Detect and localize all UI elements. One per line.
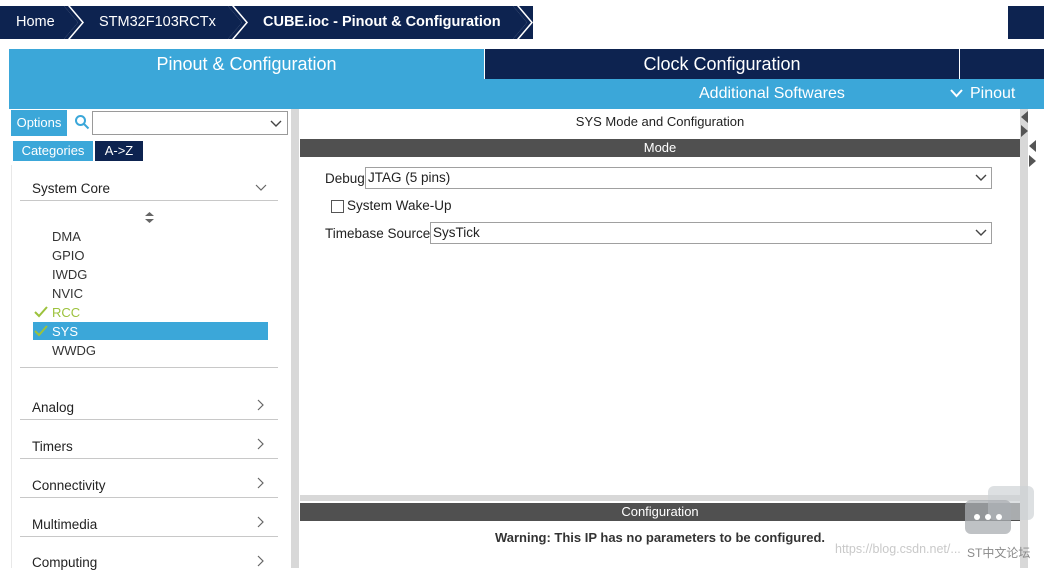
pinout-menu[interactable]: Pinout [970, 79, 1015, 109]
chevron-down-icon[interactable] [975, 174, 987, 182]
watermark-url: https://blog.csdn.net/... [835, 542, 961, 556]
breadcrumb-end [1008, 6, 1044, 39]
additional-softwares-link[interactable]: Additional Softwares [699, 79, 845, 109]
chevron-right-icon[interactable] [257, 399, 265, 411]
breadcrumb-current[interactable]: CUBE.ioc - Pinout & Configuration [263, 6, 501, 39]
category-system-core[interactable]: System Core [32, 181, 110, 196]
timebase-select-value: SysTick [433, 225, 480, 240]
breadcrumb-chevron-icon [513, 6, 533, 39]
options-button[interactable]: Options [11, 110, 67, 136]
page-title: SYS Mode and Configuration [575, 114, 745, 129]
list-item-sys[interactable]: SYS [52, 324, 78, 339]
check-icon [34, 325, 48, 337]
chevron-down-icon[interactable] [270, 120, 282, 128]
panel-divider[interactable] [300, 495, 1020, 501]
categories-tab[interactable]: Categories [13, 141, 93, 161]
tab-extra[interactable] [960, 49, 1044, 79]
list-item-rcc[interactable]: RCC [52, 305, 80, 320]
sort-icon[interactable] [145, 212, 154, 223]
search-icon[interactable] [74, 114, 90, 130]
chevron-down-icon [950, 89, 963, 98]
sub-toolbar: Additional Softwares Pinout [9, 79, 1044, 109]
debug-label: Debug [325, 171, 365, 186]
breadcrumb-chevron-icon [228, 6, 248, 39]
main-tabs: Pinout & Configuration Clock Configurati… [9, 49, 1044, 79]
expand-right-icon[interactable] [1029, 155, 1037, 167]
chevron-right-icon[interactable] [257, 555, 265, 567]
system-wakeup-label: System Wake-Up [347, 198, 452, 213]
category-analog[interactable]: Analog [32, 400, 74, 415]
list-item-wwdg[interactable]: WWDG [52, 343, 96, 358]
category-timers[interactable]: Timers [32, 439, 73, 454]
category-multimedia[interactable]: Multimedia [32, 517, 97, 532]
list-item-dma[interactable]: DMA [52, 229, 81, 244]
breadcrumb-chevron-icon [64, 6, 84, 39]
expand-right-icon[interactable] [1021, 125, 1029, 137]
az-tab[interactable]: A->Z [95, 141, 143, 161]
divider [20, 497, 278, 498]
configuration-header: Configuration [300, 503, 1020, 521]
panel-splitter[interactable] [291, 109, 299, 568]
timebase-source-label: Timebase Source [325, 226, 431, 241]
list-item-nvic[interactable]: NVIC [52, 286, 83, 301]
chevron-down-icon[interactable] [975, 229, 987, 237]
divider [20, 200, 278, 201]
tab-clock-configuration[interactable]: Clock Configuration [485, 49, 959, 79]
mode-header: Mode [300, 139, 1020, 157]
breadcrumb-device[interactable]: STM32F103RCTx [99, 6, 216, 39]
breadcrumb-home[interactable]: Home [16, 6, 55, 39]
debug-select[interactable]: JTAG (5 pins) [365, 167, 992, 189]
debug-select-value: JTAG (5 pins) [368, 170, 451, 185]
divider [20, 419, 278, 420]
collapse-left-icon[interactable] [1029, 140, 1037, 152]
system-wakeup-checkbox[interactable] [331, 200, 344, 213]
divider [20, 367, 278, 368]
forum-logo-icon [965, 486, 1034, 534]
tab-pinout-configuration[interactable]: Pinout & Configuration [9, 49, 484, 79]
chevron-down-icon[interactable] [255, 184, 267, 192]
category-connectivity[interactable]: Connectivity [32, 478, 106, 493]
search-input[interactable] [92, 111, 288, 135]
chevron-right-icon[interactable] [257, 516, 265, 528]
watermark-brand: ST中文论坛 [967, 546, 1031, 560]
chevron-right-icon[interactable] [257, 438, 265, 450]
chevron-right-icon[interactable] [257, 477, 265, 489]
divider [20, 536, 278, 537]
breadcrumb-spacer [533, 6, 1044, 39]
check-icon [34, 306, 48, 318]
list-item-gpio[interactable]: GPIO [52, 248, 85, 263]
collapse-left-icon[interactable] [1021, 111, 1029, 123]
list-item-iwdg[interactable]: IWDG [52, 267, 87, 282]
divider [20, 458, 278, 459]
timebase-source-select[interactable]: SysTick [430, 222, 992, 244]
